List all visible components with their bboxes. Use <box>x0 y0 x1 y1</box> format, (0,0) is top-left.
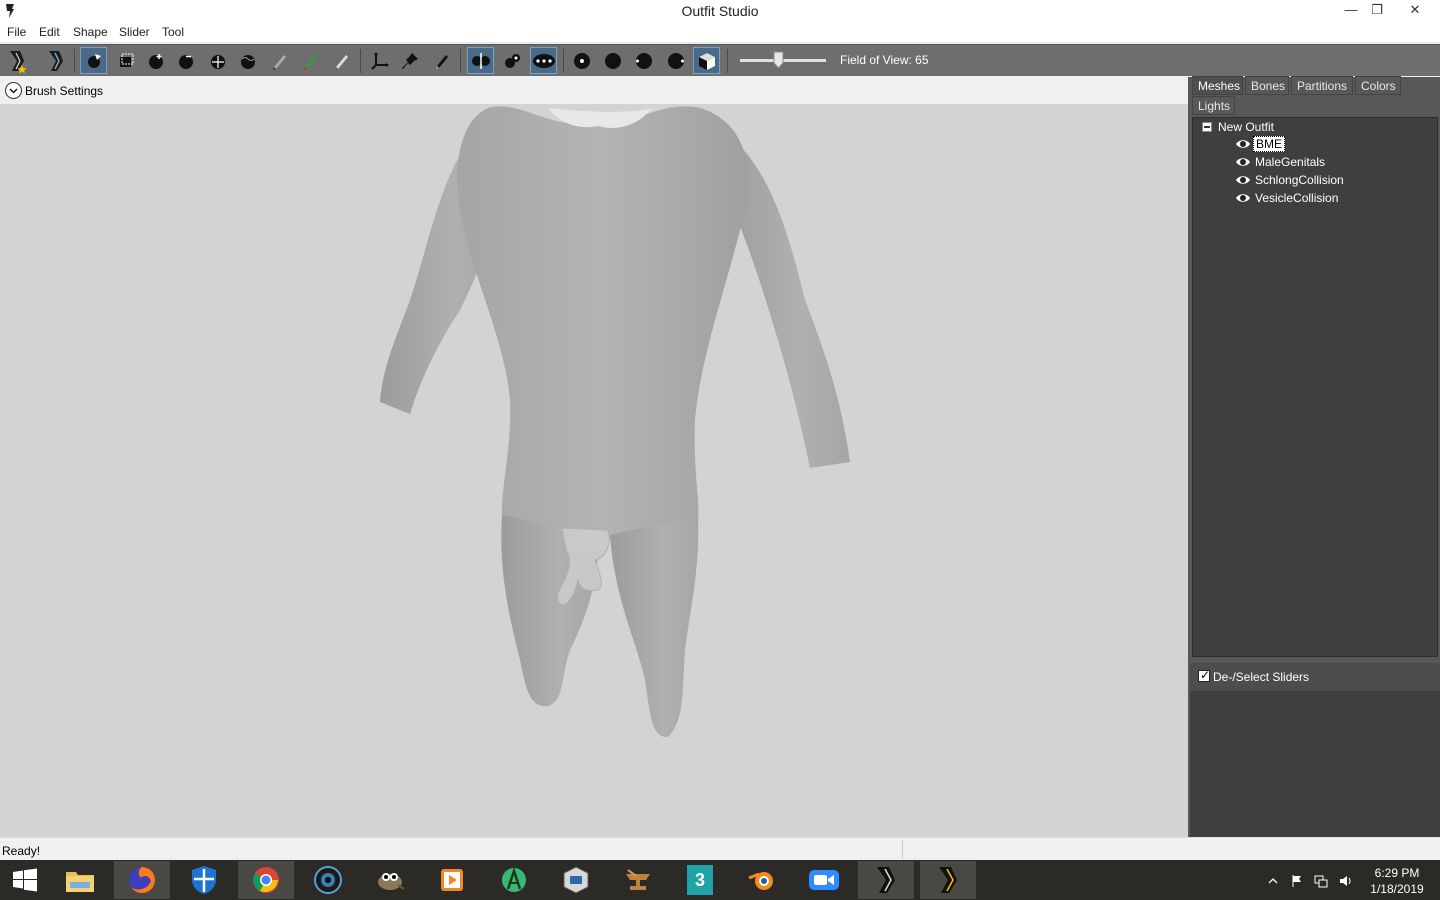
gimp-icon[interactable] <box>362 861 418 899</box>
tab-lights[interactable]: Lights <box>1192 96 1235 115</box>
brush-settings-bar: Brush Settings <box>0 77 1188 104</box>
tab-partitions[interactable]: Partitions <box>1291 76 1353 95</box>
inflate-brush-icon[interactable] <box>142 47 169 74</box>
tab-colors[interactable]: Colors <box>1355 76 1401 95</box>
brush-settings-label: Brush Settings <box>25 84 104 98</box>
virtualbox-icon[interactable] <box>548 861 604 899</box>
x-mirror-icon[interactable] <box>467 47 494 74</box>
deflate-brush-icon[interactable] <box>172 47 199 74</box>
window-title: Outfit Studio <box>681 3 759 19</box>
view-right-icon[interactable] <box>662 47 689 74</box>
chrome-icon[interactable] <box>238 861 294 899</box>
tab-bones[interactable]: Bones <box>1245 76 1289 95</box>
fov-slider-thumb[interactable] <box>773 51 784 69</box>
color-brush-icon[interactable] <box>328 47 355 74</box>
toolbar-separator <box>563 49 564 73</box>
tab-meshes[interactable]: Meshes <box>1192 76 1243 95</box>
move-brush-icon[interactable] <box>204 47 231 74</box>
3ds-max-label: 3 <box>695 870 705 890</box>
deselect-sliders-label[interactable]: De-/Select Sliders <box>1213 670 1309 684</box>
pivot-icon[interactable] <box>396 47 423 74</box>
brush-settings-toggle[interactable] <box>5 82 22 99</box>
zoom-icon[interactable] <box>796 861 852 899</box>
3d-viewport[interactable] <box>0 104 1188 837</box>
toolbar-separator <box>74 49 75 73</box>
view-left-icon[interactable] <box>630 47 657 74</box>
status-separator <box>902 840 903 859</box>
vertex-edit-icon[interactable] <box>428 47 455 74</box>
menu-file[interactable]: File <box>7 25 26 39</box>
eye-icon[interactable] <box>1235 174 1251 186</box>
menu-shape[interactable]: Shape <box>73 25 108 39</box>
windows-defender-icon[interactable] <box>176 861 232 899</box>
collapse-icon[interactable] <box>1202 122 1212 132</box>
mesh-item[interactable]: MaleGenitals <box>1235 154 1327 170</box>
slider-list[interactable] <box>1190 691 1440 837</box>
toolbar: Field of View: 65 <box>0 44 1440 76</box>
title-bar: Outfit Studio — ❐ ✕ <box>0 0 1440 22</box>
mesh-item[interactable]: BME <box>1235 136 1286 152</box>
slider-header: ✓ De-/Select Sliders <box>1190 663 1440 691</box>
file-explorer-icon[interactable] <box>52 861 108 899</box>
transform-icon[interactable] <box>366 47 393 74</box>
system-clock[interactable]: 6:29 PM 1/18/2019 <box>1360 865 1434 897</box>
outfit-studio-icon[interactable] <box>858 861 914 899</box>
view-back-icon[interactable] <box>599 47 626 74</box>
menu-tool[interactable]: Tool <box>162 25 184 39</box>
eye-icon[interactable] <box>1235 138 1251 150</box>
checkmark-icon: ✓ <box>1200 668 1211 682</box>
3ds-max-icon[interactable]: 3 <box>672 861 728 899</box>
volume-icon[interactable] <box>1339 874 1353 888</box>
new-project-icon[interactable] <box>3 47 30 74</box>
view-front-icon[interactable] <box>568 47 595 74</box>
toolbar-separator <box>460 49 461 73</box>
mesh-item-label: MaleGenitals <box>1255 155 1326 169</box>
mesh-tree-root[interactable]: New Outfit <box>1218 120 1274 134</box>
smooth-brush-icon[interactable] <box>234 47 261 74</box>
flag-icon[interactable] <box>1290 874 1304 888</box>
undiff-brush-icon[interactable] <box>266 47 293 74</box>
chevron-down-icon <box>9 88 18 94</box>
body-mesh[interactable] <box>0 104 1188 837</box>
deselect-sliders-checkbox[interactable]: ✓ <box>1198 668 1211 682</box>
mesh-item-label: SchlongCollision <box>1255 173 1344 187</box>
windows-start-icon[interactable] <box>0 861 50 899</box>
media-player-icon[interactable] <box>424 861 480 899</box>
connected-icon[interactable] <box>499 47 526 74</box>
status-bar: Ready! <box>0 837 1440 860</box>
weight-brush-icon[interactable] <box>297 47 324 74</box>
menu-edit[interactable]: Edit <box>39 25 60 39</box>
fov-label: Field of View: 65 <box>840 53 929 67</box>
mesh-item-label: VesicleCollision <box>1255 191 1339 205</box>
eye-icon[interactable] <box>1235 192 1251 204</box>
taskbar: 3 6:29 PM 1/18/2019 <box>0 860 1440 900</box>
eye-icon[interactable] <box>1235 156 1251 168</box>
status-text: Ready! <box>2 844 41 858</box>
camera-app-icon[interactable] <box>300 861 356 899</box>
android-studio-icon[interactable] <box>486 861 542 899</box>
tray-chevron-up-icon[interactable] <box>1266 874 1280 888</box>
load-outfit-icon[interactable] <box>42 47 69 74</box>
mesh-item[interactable]: VesicleCollision <box>1235 190 1340 206</box>
global-brush-icon[interactable] <box>530 47 557 74</box>
network-icon[interactable] <box>1314 874 1328 888</box>
menu-bar: File Edit Shape Slider Tool <box>0 22 1440 43</box>
perspective-icon[interactable] <box>693 47 720 74</box>
firefox-icon[interactable] <box>114 861 170 899</box>
toolbar-separator <box>727 49 728 73</box>
toolbar-separator <box>360 49 361 73</box>
anvil-app-icon[interactable] <box>610 861 666 899</box>
mask-brush-icon[interactable] <box>112 47 139 74</box>
close-button[interactable]: ✕ <box>1398 0 1432 22</box>
menu-slider[interactable]: Slider <box>119 25 150 39</box>
blender-icon[interactable] <box>734 861 790 899</box>
select-brush-icon[interactable] <box>80 47 107 74</box>
bodyslide-icon[interactable] <box>920 861 976 899</box>
clock-time: 6:29 PM <box>1374 866 1420 880</box>
restore-button[interactable]: ❐ <box>1362 0 1392 22</box>
clock-date: 1/18/2019 <box>1370 882 1424 896</box>
mesh-item-label: BME <box>1253 136 1286 152</box>
mesh-item[interactable]: SchlongCollision <box>1235 172 1346 188</box>
